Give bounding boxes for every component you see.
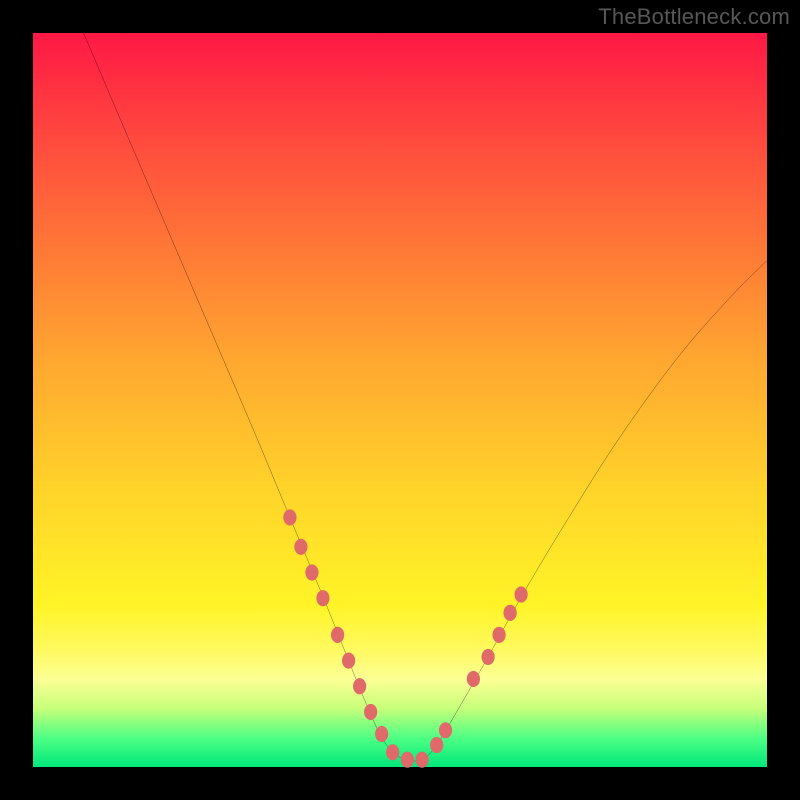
marker-point — [503, 605, 516, 621]
marker-point — [364, 704, 377, 720]
bottleneck-curve-line — [33, 0, 767, 761]
marker-point — [430, 737, 443, 753]
marker-point — [467, 671, 480, 687]
marker-point — [316, 590, 329, 606]
bottleneck-chart — [33, 33, 767, 767]
watermark-text: TheBottleneck.com — [598, 4, 790, 30]
marker-point — [283, 509, 296, 525]
marker-point — [386, 744, 399, 760]
marker-point — [492, 627, 505, 643]
marker-point — [353, 678, 366, 694]
highlight-markers — [283, 509, 527, 767]
marker-point — [342, 652, 355, 668]
marker-point — [481, 649, 494, 665]
marker-point — [375, 726, 388, 742]
marker-point — [415, 752, 428, 768]
marker-point — [305, 564, 318, 580]
marker-point — [439, 722, 452, 738]
marker-point — [331, 627, 344, 643]
marker-point — [401, 752, 414, 768]
marker-point — [294, 539, 307, 555]
marker-point — [515, 586, 528, 602]
chart-frame: TheBottleneck.com — [0, 0, 800, 800]
